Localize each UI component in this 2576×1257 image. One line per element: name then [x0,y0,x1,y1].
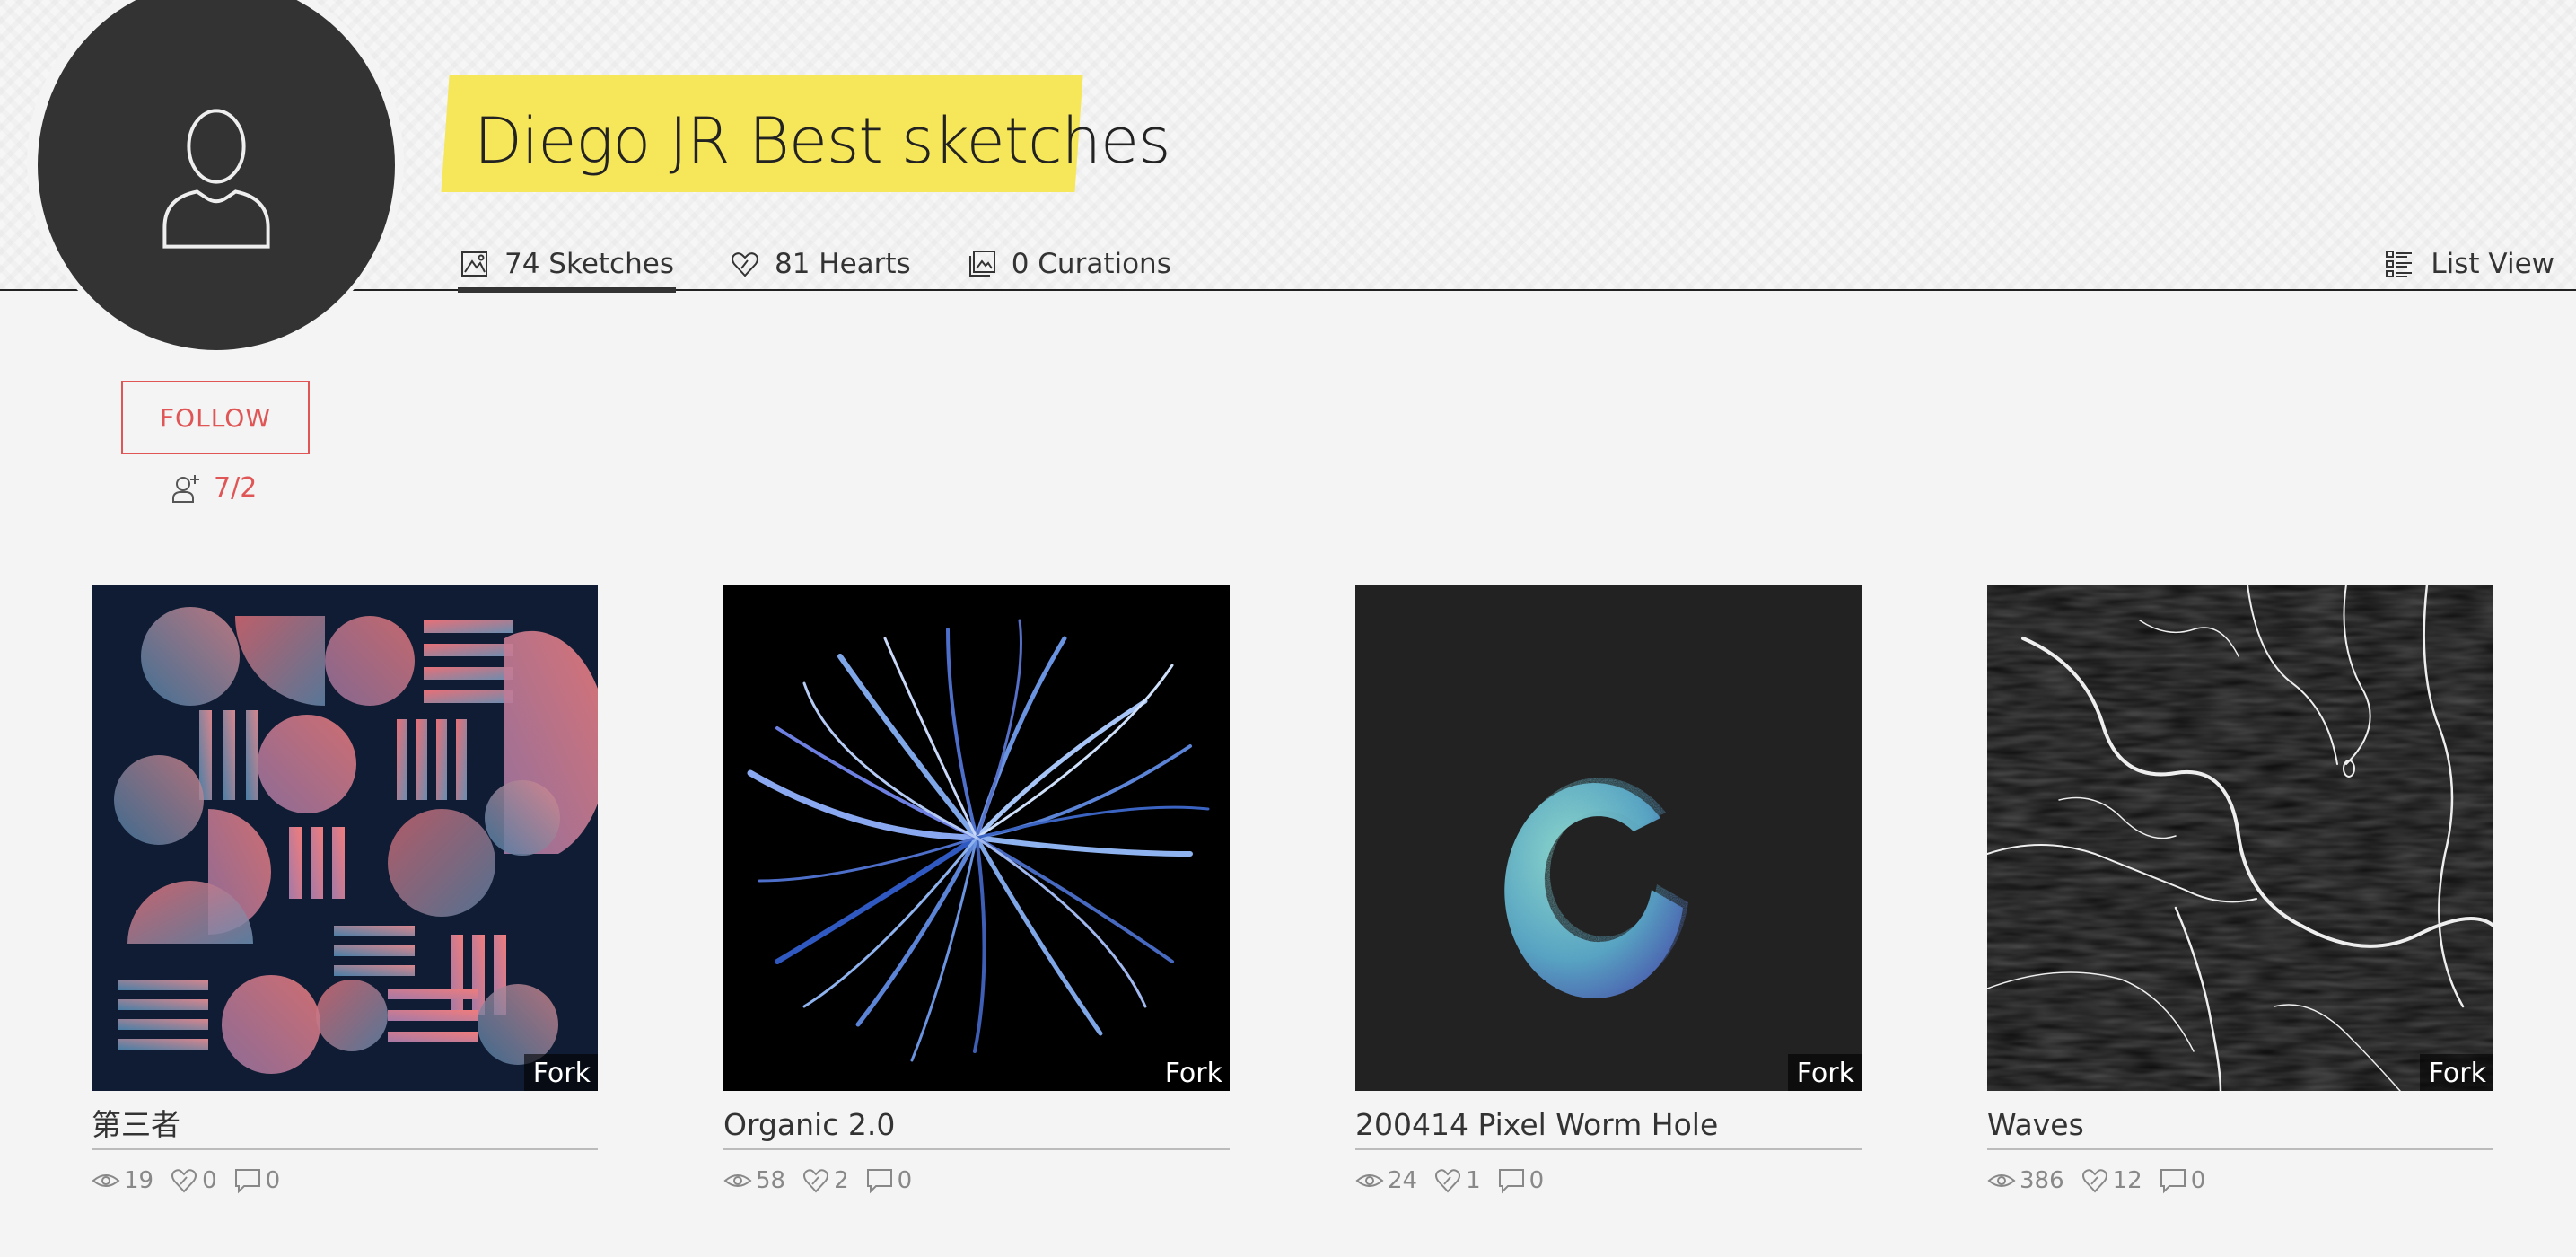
comment-icon [2160,1169,2186,1194]
hearts-stat[interactable]: 1 [1433,1166,1481,1195]
sketch-stats: 24 1 0 [1355,1166,1862,1195]
comment-icon [1498,1169,1524,1194]
heart-icon [171,1169,197,1193]
sketch-card: Fork Waves 386 12 0 [1987,585,2493,1195]
views-stat: 19 [92,1166,153,1195]
comments-count: 0 [265,1167,281,1194]
eye-icon [1987,1174,2016,1187]
tab-hearts[interactable]: 81 Hearts [728,239,913,289]
sketch-1-artwork [92,585,598,1091]
sketch-3-artwork [1355,585,1862,1091]
followers-count-label: 7/2 [214,472,258,504]
comments-count: 0 [897,1167,913,1194]
comment-icon [234,1169,260,1194]
add-user-icon [172,474,199,503]
sketch-thumbnail[interactable]: Fork [92,585,598,1091]
page-title: Diego JR Best sketches [474,104,1171,178]
heart-icon [2081,1169,2107,1193]
hearts-stat[interactable]: 0 [170,1166,217,1195]
fork-button[interactable]: Fork [523,1054,598,1091]
tab-label: 81 Hearts [774,248,911,280]
sketches-icon [461,251,487,277]
hearts-stat[interactable]: 2 [802,1166,849,1195]
views-count: 58 [756,1167,786,1194]
curations-icon [968,251,995,277]
sketch-card: Fork 200414 Pixel Worm Hole 24 1 0 [1355,585,1862,1195]
fork-button[interactable]: Fork [2419,1054,2493,1091]
hearts-count: 0 [202,1167,217,1194]
sketch-title[interactable]: 200414 Pixel Worm Hole [1355,1105,1862,1150]
comments-stat[interactable]: 0 [2159,1166,2206,1195]
follow-button[interactable]: FOLLOW [121,381,310,454]
comments-stat[interactable]: 0 [1497,1166,1545,1195]
sketch-stats: 58 2 0 [723,1166,1230,1195]
sketch-stats: 386 12 0 [1987,1166,2493,1195]
user-icon [162,109,270,249]
views-stat: 386 [1987,1166,2064,1195]
sketch-title[interactable]: Waves [1987,1105,2493,1150]
hearts-count: 1 [1466,1167,1481,1194]
comments-count: 0 [1529,1167,1545,1194]
title-banner: Diego JR Best sketches [441,75,1171,192]
comments-stat[interactable]: 0 [865,1166,913,1195]
list-view-label: List View [2431,248,2554,280]
tab-label: 74 Sketches [504,248,674,280]
views-stat: 24 [1355,1166,1417,1195]
sketch-stats: 19 0 0 [92,1166,598,1195]
heart-icon [1435,1169,1461,1193]
sketch-4-artwork [1987,585,2493,1091]
sketch-title[interactable]: 第三者 [92,1105,598,1150]
list-view-toggle[interactable]: List View [2384,239,2554,289]
views-count: 24 [1388,1167,1418,1194]
tab-curations[interactable]: 0 Curations [965,239,1173,289]
profile-tabs: 74 Sketches 81 Hearts 0 Curations [458,239,1225,293]
sketch-2-artwork [723,585,1230,1091]
sketch-thumbnail[interactable]: Fork [1987,585,2493,1091]
views-count: 386 [2020,1167,2064,1194]
tab-sketches[interactable]: 74 Sketches [458,239,676,293]
heart-icon [803,1169,829,1193]
hearts-count: 12 [2112,1167,2142,1194]
sketch-thumbnail[interactable]: Fork [723,585,1230,1091]
comment-icon [866,1169,892,1194]
eye-icon [92,1174,120,1187]
eye-icon [1355,1174,1384,1187]
sketch-card: Fork 第三者 19 0 0 [92,585,598,1195]
followers-count[interactable]: 7/2 [171,472,257,504]
comments-stat[interactable]: 0 [233,1166,281,1195]
fork-button[interactable]: Fork [1155,1054,1230,1091]
views-count: 19 [124,1167,154,1194]
comments-count: 0 [2190,1167,2206,1194]
sketch-title[interactable]: Organic 2.0 [723,1105,1230,1150]
hearts-stat[interactable]: 12 [2081,1166,2142,1195]
sketch-card: Fork Organic 2.0 58 2 0 [723,585,1230,1195]
sketch-thumbnail[interactable]: Fork [1355,585,1862,1091]
hearts-count: 2 [834,1167,849,1194]
eye-icon [723,1174,752,1187]
list-view-icon [2386,251,2413,277]
views-stat: 58 [723,1166,785,1195]
heart-icon [731,252,758,277]
tab-label: 0 Curations [1011,248,1171,280]
fork-button[interactable]: Fork [1787,1054,1862,1091]
